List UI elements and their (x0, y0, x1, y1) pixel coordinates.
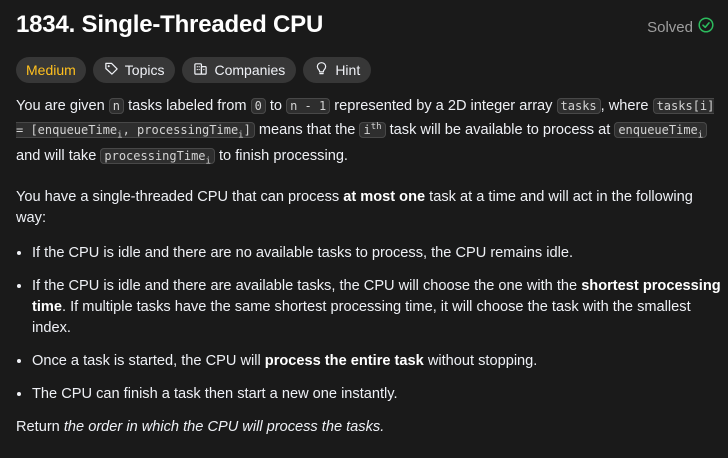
text: without stopping. (423, 352, 538, 369)
paragraph-intro: You are given n tasks labeled from 0 to … (16, 96, 721, 173)
hint-label: Hint (335, 62, 361, 78)
text: If the CPU is idle and there are availab… (32, 277, 582, 294)
code-inline: processingTimei (100, 148, 215, 167)
text: You are given (16, 98, 109, 114)
check-circle-icon (698, 17, 714, 37)
bold-text: process the entire task (264, 352, 424, 369)
topics-button[interactable]: Topics (92, 57, 176, 83)
text: , where (600, 98, 653, 114)
code-inline: 0 (250, 98, 266, 114)
paragraph-cpu: You have a single-threaded CPU that can … (16, 187, 721, 229)
text: to finish processing. (214, 148, 348, 165)
list-item: If the CPU is idle and there are availab… (32, 276, 721, 339)
solved-label: Solved (647, 18, 693, 36)
difficulty-badge: Medium (16, 57, 86, 83)
subscript: i (697, 130, 704, 141)
code-text: ] (243, 123, 251, 137)
code-inline: n (108, 98, 125, 114)
text: You have a single-threaded CPU that can … (16, 188, 344, 205)
code-inline: tasks (556, 98, 601, 114)
code-inline: n - 1 (286, 98, 331, 114)
code-inline: ith (359, 122, 386, 138)
solved-status: Solved (647, 17, 714, 37)
topics-label: Topics (124, 62, 165, 78)
italic-text: the order in which the CPU will process … (63, 418, 385, 435)
list-item: If the CPU is idle and there are no avai… (32, 243, 721, 264)
bold-text: at most one (343, 188, 426, 205)
tag-bar: Medium Topics Companies Hint (16, 57, 372, 83)
paragraph-return: Return the order in which the CPU will p… (16, 417, 721, 438)
code-inline: enqueueTimei (614, 122, 708, 141)
list-item: Once a task is started, the CPU will pro… (32, 351, 721, 372)
text: If the CPU is idle and there are no avai… (32, 244, 574, 261)
code-text: i (363, 123, 371, 137)
code-text: enqueueTime (618, 123, 698, 137)
text: tasks labeled from (124, 98, 251, 114)
list-item: The CPU can finish a task then start a n… (32, 384, 721, 405)
lightbulb-icon (314, 61, 329, 79)
text: Return (16, 418, 64, 435)
subscript: i (205, 156, 211, 167)
companies-button[interactable]: Companies (182, 57, 297, 83)
superscript: th (370, 122, 382, 132)
text: to (265, 98, 287, 114)
tag-icon (104, 61, 119, 79)
text: . If multiple tasks have the same shorte… (32, 298, 691, 336)
problem-statement: You are given n tasks labeled from 0 to … (16, 96, 721, 452)
difficulty-label: Medium (26, 62, 76, 78)
text: task will be available to process at (385, 122, 615, 138)
companies-label: Companies (214, 62, 286, 78)
text: Once a task is started, the CPU will (32, 352, 265, 369)
building-icon (193, 61, 208, 79)
text: and will take (16, 148, 101, 165)
problem-title[interactable]: 1834. Single-Threaded CPU (16, 11, 323, 39)
hint-button[interactable]: Hint (303, 57, 372, 83)
text: represented by a 2D integer array (330, 98, 557, 114)
text: means that the (254, 122, 360, 138)
problem-description: 1834. Single-Threaded CPU Solved Medium … (16, 0, 728, 458)
code-text: , processingTime (122, 123, 239, 137)
code-text: processingTime (104, 149, 206, 164)
text: The CPU can finish a task then start a n… (32, 385, 398, 402)
rules-list: If the CPU is idle and there are no avai… (16, 243, 721, 405)
